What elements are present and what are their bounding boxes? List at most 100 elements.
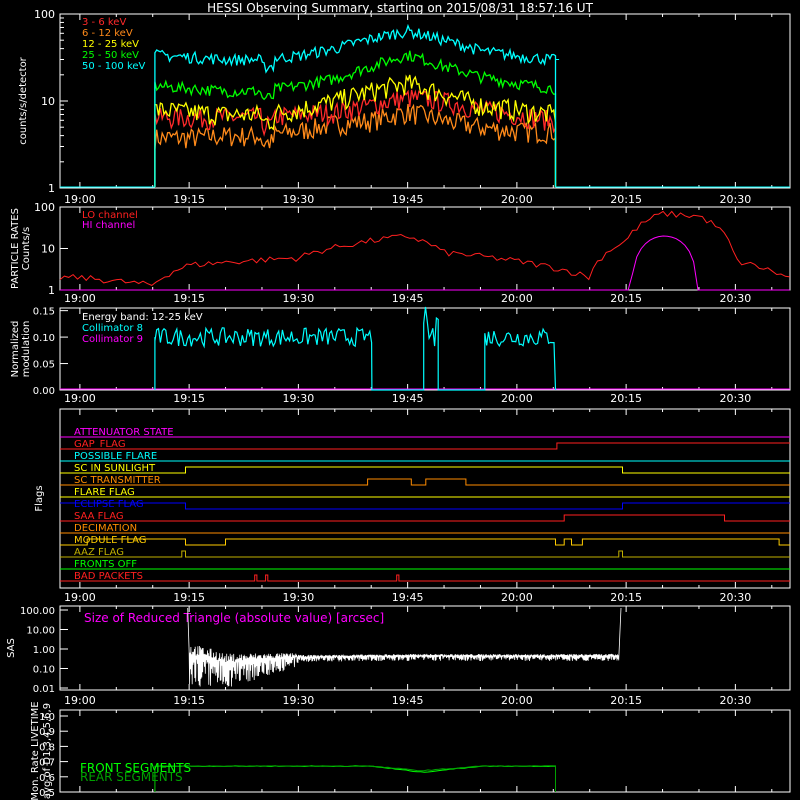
time-tick-label: 19:15 <box>173 193 205 206</box>
flag-label: POSSIBLE FLARE <box>74 451 157 462</box>
modulation-legend-item: Collimator 9 <box>82 334 143 345</box>
flag-line <box>60 538 790 546</box>
modulation-ylabel-2: modulation <box>21 321 32 378</box>
time-tick-label: 19:30 <box>283 591 315 604</box>
flag-label: ATTENUATOR STATE <box>74 427 174 438</box>
time-tick-label: 20:30 <box>720 392 752 405</box>
time-tick-label: 19:00 <box>64 591 96 604</box>
flag-label: DECIMATION <box>74 523 137 534</box>
livetime-ylabel-2: avg of D1,3,4,5,6,9 <box>42 703 53 799</box>
flag-label: AAZ FLAG <box>74 547 124 558</box>
time-tick-label: 19:15 <box>173 392 205 405</box>
flag-label: BAD PACKETS <box>74 571 143 582</box>
time-tick-label: 19:00 <box>64 292 96 305</box>
sas-ylabel: SAS <box>6 638 17 658</box>
sas-legend: Size of Reduced Triangle (absolute value… <box>84 611 384 625</box>
time-tick-label: 20:30 <box>720 193 752 206</box>
counts-ytick-label: 10 <box>41 95 55 108</box>
particle-ylabel-1: PARTICLE RATES <box>10 208 21 289</box>
livetime-legend-item: REAR SEGMENTS <box>80 770 183 784</box>
counts-legend-item: 3 - 6 keV <box>82 17 126 28</box>
livetime-series-line-0 <box>154 765 556 792</box>
time-tick-label: 19:00 <box>64 392 96 405</box>
flag-line <box>60 502 790 510</box>
counts-panel-frame <box>59 13 791 189</box>
flag-line <box>60 466 790 474</box>
time-tick-label: 19:15 <box>173 292 205 305</box>
counts-legend-item: 50 - 100 keV <box>82 61 146 72</box>
counts-legend-item: 12 - 25 keV <box>82 39 139 50</box>
livetime-ylabel-1: Mon. Rate LIVETIME <box>30 701 41 800</box>
time-tick-label: 19:30 <box>283 694 315 707</box>
sas-ytick-label: 0.10 <box>33 665 55 676</box>
flag-label: FRONTS OFF <box>74 559 137 570</box>
time-tick-label: 20:30 <box>720 694 752 707</box>
flag-label: MODULE FLAG <box>74 535 147 546</box>
particle-legend-item: HI channel <box>82 220 135 231</box>
time-tick-label: 19:45 <box>392 591 424 604</box>
modulation-legend-item: Energy band: 12-25 keV <box>82 312 203 323</box>
flag-label: FLARE FLAG <box>74 487 135 498</box>
flag-line <box>60 514 790 522</box>
modulation-ytick-label: 0.05 <box>33 360 55 371</box>
flag-label: SC IN SUNLIGHT <box>74 463 156 474</box>
time-tick-label: 20:00 <box>501 392 533 405</box>
time-tick-label: 19:30 <box>283 392 315 405</box>
time-tick-label: 20:15 <box>610 193 642 206</box>
sas-ytick-label: 0.01 <box>33 684 55 695</box>
modulation-ylabel-1: Normalized <box>10 321 21 378</box>
time-tick-label: 19:15 <box>173 694 205 707</box>
time-tick-label: 19:45 <box>392 292 424 305</box>
counts-legend-item: 6 - 12 keV <box>82 28 133 39</box>
counts-ytick-label: 1 <box>48 182 55 195</box>
time-tick-label: 19:15 <box>173 591 205 604</box>
time-tick-label: 20:15 <box>610 292 642 305</box>
counts-legend-item: 25 - 50 keV <box>82 50 139 61</box>
time-tick-label: 20:00 <box>501 694 533 707</box>
time-tick-label: 19:30 <box>283 292 315 305</box>
modulation-legend-item: Collimator 8 <box>82 323 143 334</box>
modulation-ytick-label: 0.10 <box>33 333 55 344</box>
sas-ytick-label: 100.00 <box>20 606 55 617</box>
time-tick-label: 19:45 <box>392 193 424 206</box>
flag-line <box>60 574 790 582</box>
time-tick-label: 20:00 <box>501 193 533 206</box>
flag-line <box>60 442 790 450</box>
particle-series-line-1 <box>60 235 790 291</box>
sas-ytick-label: 1.00 <box>33 645 55 656</box>
flag-label: GAP_FLAG <box>74 439 126 450</box>
particle-ytick-label: 10 <box>41 243 55 256</box>
time-tick-label: 20:30 <box>720 292 752 305</box>
modulation-ytick-label: 0.00 <box>33 386 55 397</box>
flag-label: SAA FLAG <box>74 511 124 522</box>
modulation-ytick-label: 0.15 <box>33 307 55 318</box>
particle-panel-frame <box>59 206 791 291</box>
time-tick-label: 19:00 <box>64 193 96 206</box>
time-tick-label: 20:30 <box>720 591 752 604</box>
time-tick-label: 20:15 <box>610 591 642 604</box>
counts-series-line-1 <box>154 103 557 187</box>
particle-ylabel-2: Counts/s <box>21 227 32 271</box>
counts-ylabel: counts/s/detector <box>18 56 29 144</box>
flag-line <box>60 550 790 558</box>
time-tick-label: 20:15 <box>610 694 642 707</box>
time-tick-label: 20:15 <box>610 392 642 405</box>
time-tick-label: 20:00 <box>501 292 533 305</box>
hessi-summary-chart: 100 10 1 counts/s/detector 3 - 6 keV6 - 12 k… <box>6 8 791 800</box>
livetime-series-line-1 <box>154 765 556 792</box>
time-tick-label: 19:00 <box>64 694 96 707</box>
time-tick-label: 19:30 <box>283 193 315 206</box>
time-tick-label: 19:45 <box>392 694 424 707</box>
particle-series-line-0 <box>59 210 790 286</box>
particle-ytick-label: 100 <box>34 201 55 214</box>
flags-ylabel: Flags <box>34 485 45 511</box>
counts-ytick-label: 100 <box>34 8 55 21</box>
collimator8-line <box>154 306 557 391</box>
flag-label: ECLIPSE FLAG <box>74 499 144 510</box>
time-tick-label: 19:45 <box>392 392 424 405</box>
flag-line <box>60 478 790 486</box>
sas-ytick-label: 10.00 <box>26 626 55 637</box>
time-tick-label: 20:00 <box>501 591 533 604</box>
particle-ytick-label: 1 <box>48 284 55 297</box>
flag-label: SC TRANSMITTER <box>74 475 161 486</box>
